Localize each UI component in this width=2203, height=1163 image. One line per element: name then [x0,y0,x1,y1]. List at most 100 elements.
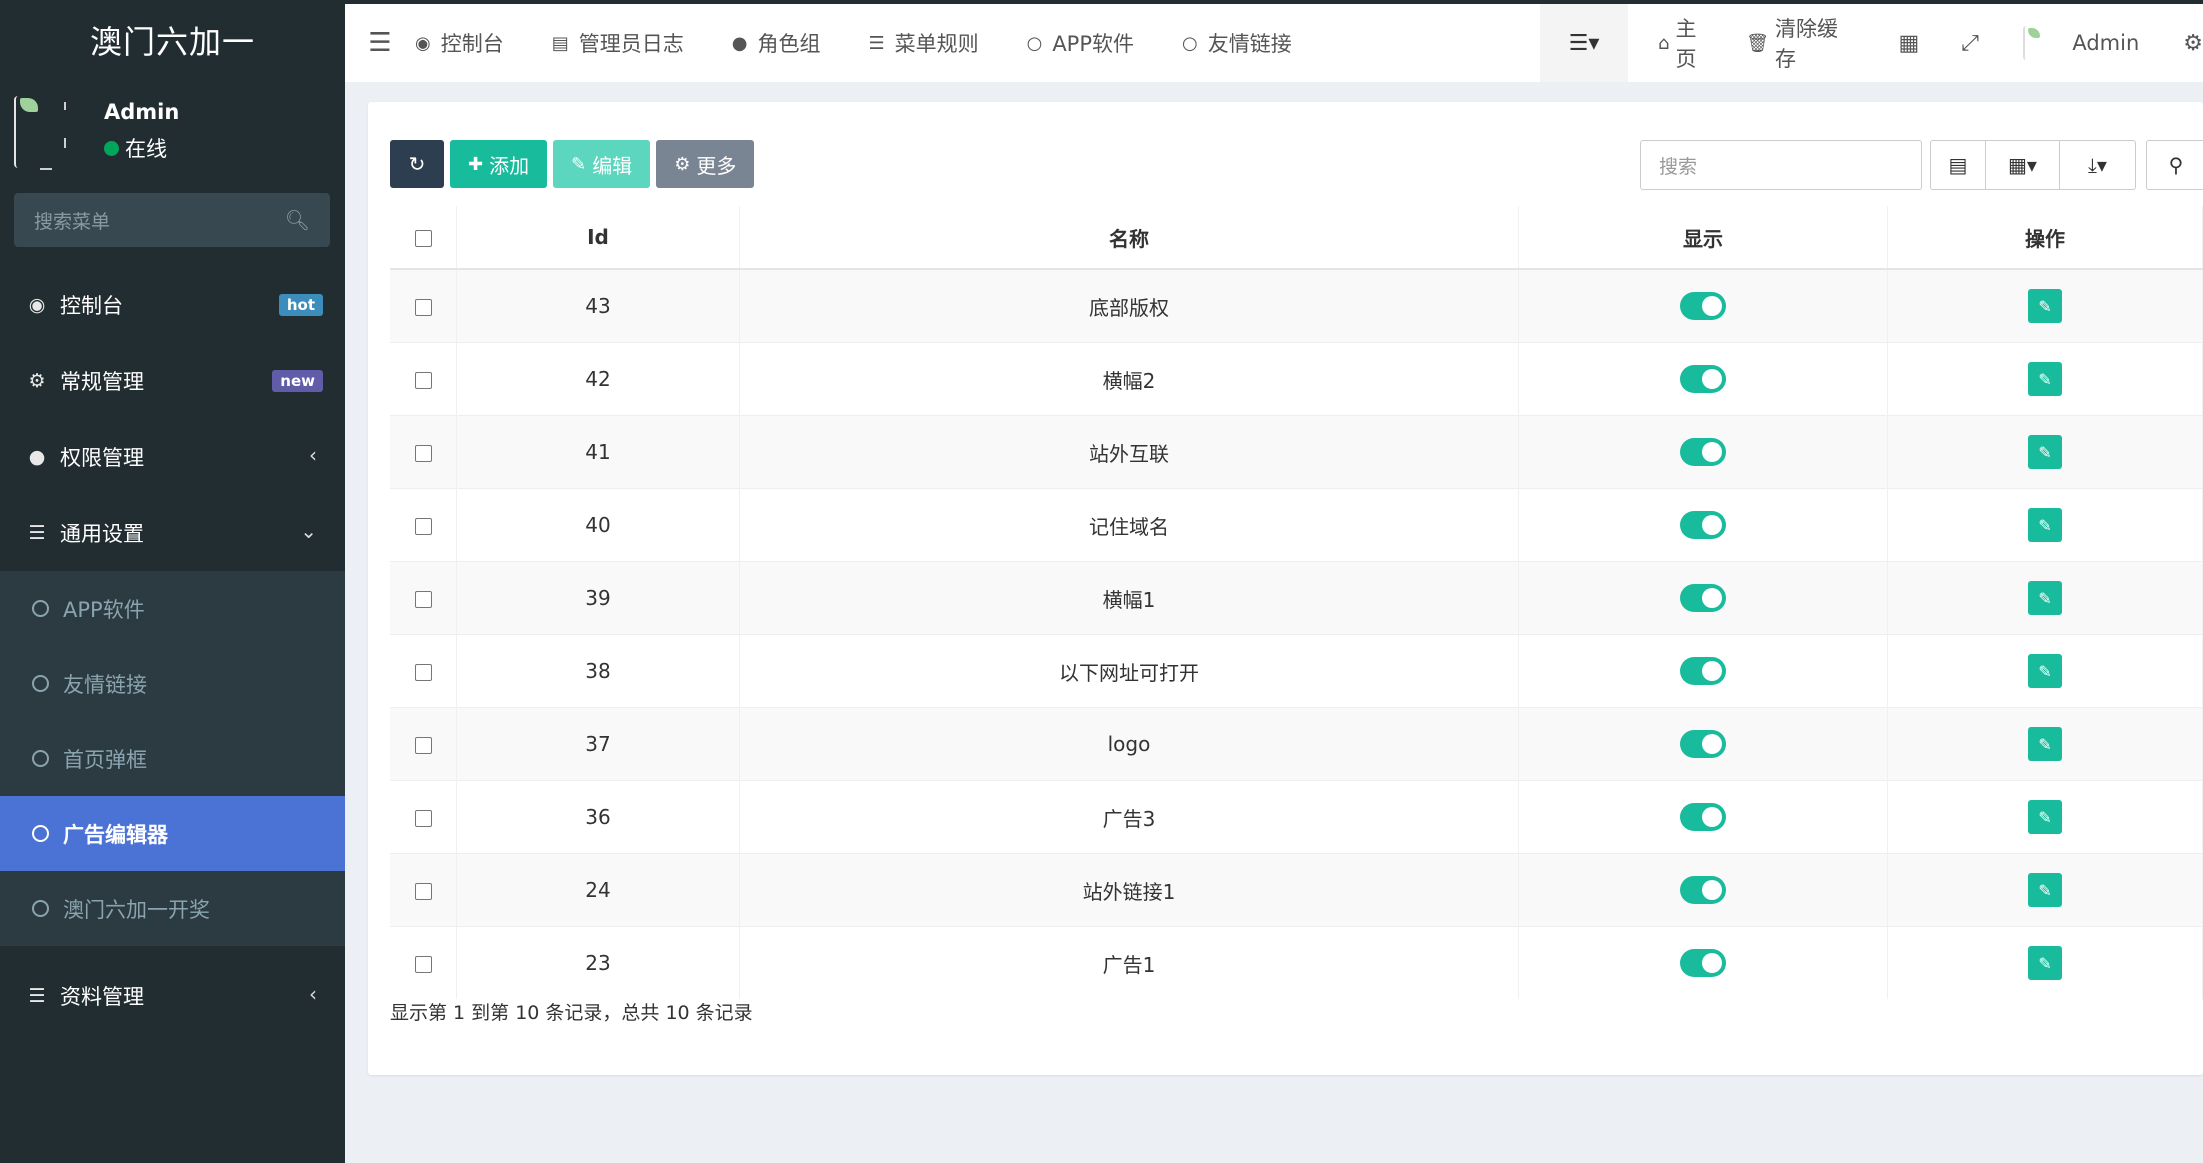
sidebar-item-label: 权限管理 [60,446,144,470]
row-id: 37 [456,707,740,781]
row-edit-button[interactable]: ✎ [2028,727,2062,761]
tab-menu-rules[interactable]: ☰ 菜单规则 [868,28,978,58]
row-edit-button[interactable]: ✎ [2028,946,2062,980]
row-edit-button[interactable]: ✎ [2028,362,2062,396]
table-search-input[interactable]: 搜索 [1640,140,1922,190]
row-actions-cell: ✎ [1887,853,2203,927]
table-row[interactable]: 42 横幅2 ✎ [390,342,2203,416]
clear-cache-button[interactable]: 🗑︎ 清除缓存 [1746,13,1856,73]
sidebar-item-data[interactable]: ☰ 资料管理 ‹ [0,958,345,1034]
row-checkbox[interactable] [414,664,432,681]
table-row[interactable]: 36 广告3 ✎ [390,780,2203,854]
sidebar-item-draw[interactable]: 澳门六加一开奖 [0,871,345,946]
sidebar-item-label: 通用设置 [60,522,144,546]
row-select-cell [390,415,457,489]
sidebar-item-general[interactable]: ⚙ 常规管理 new [0,343,345,419]
tab-app[interactable]: ○ APP软件 [1027,28,1134,58]
sidebar-item-links[interactable]: 友情链接 [0,646,345,721]
row-checkbox[interactable] [414,372,432,389]
row-checkbox[interactable] [414,591,432,608]
table-row[interactable]: 24 站外链接1 ✎ [390,853,2203,927]
show-toggle-switch[interactable] [1680,803,1726,831]
show-toggle-switch[interactable] [1680,657,1726,685]
brand-logo[interactable]: 澳门六加一 [0,0,345,80]
advanced-search-button[interactable]: ⚲ [2146,140,2203,190]
sidebar-item-popup[interactable]: 首页弹框 [0,721,345,796]
row-checkbox[interactable] [414,518,432,535]
menu-toggle-icon[interactable]: ☰ [345,28,415,58]
search-icon: ⚲ [2168,153,2184,177]
sidebar-item-settings[interactable]: ☰ 通用设置 ⌄ [0,495,345,571]
gear-icon[interactable]: ⚙ [2183,31,2203,56]
row-checkbox[interactable] [414,737,432,754]
row-id: 43 [456,268,740,343]
show-toggle-switch[interactable] [1680,365,1726,393]
table-row[interactable]: 37 logo ✎ [390,707,2203,781]
table-row[interactable]: 43 底部版权 ✎ [390,268,2203,343]
toggle-view-button[interactable]: ▤ [1930,140,1986,190]
table-row[interactable]: 38 以下网址可打开 ✎ [390,634,2203,708]
export-icon: ⤓▾ [2088,153,2107,177]
tab-admin-log[interactable]: ▤ 管理员日志 [552,28,684,58]
menu-search-input[interactable]: 搜索菜单 🔍︎ [14,193,330,247]
table-row[interactable]: 23 广告1 ✎ [390,926,2203,999]
show-toggle-switch[interactable] [1680,876,1726,904]
show-toggle-switch[interactable] [1680,438,1726,466]
table-row[interactable]: 41 站外互联 ✎ [390,415,2203,489]
show-toggle-switch[interactable] [1680,730,1726,758]
sidebar-item-ad-editor[interactable]: 广告编辑器 [0,796,345,871]
row-checkbox[interactable] [414,299,432,316]
row-edit-button[interactable]: ✎ [2028,800,2062,834]
select-all-checkbox[interactable] [414,230,432,247]
sidebar-item-dashboard[interactable]: ◉ 控制台 hot [0,267,345,343]
show-toggle-switch[interactable] [1680,949,1726,977]
group-icon: ● [731,32,748,54]
admin-username[interactable]: Admin [2072,31,2139,55]
header-show[interactable]: 显示 [1518,206,1888,270]
show-toggle-switch[interactable] [1680,511,1726,539]
row-edit-button[interactable]: ✎ [2028,654,2062,688]
row-checkbox[interactable] [414,445,432,462]
row-edit-button[interactable]: ✎ [2028,581,2062,615]
avatar[interactable] [2022,26,2050,60]
translate-icon[interactable]: ▦ [1899,31,1920,56]
grid-icon: ▦▾ [2008,153,2037,177]
content-panel: ↻ ✚ 添加 ✎ 编辑 ⚙ 更多 搜索 ▤ ▦▾ ⤓▾ ⚲ Id 名称 显示 操… [368,102,2203,1075]
sidebar-item-app[interactable]: APP软件 [0,571,345,646]
row-edit-button[interactable]: ✎ [2028,873,2062,907]
row-name: logo [739,707,1519,781]
row-select-cell [390,853,457,927]
edit-button[interactable]: ✎ 编辑 [553,140,651,188]
bars-icon: ☰▾ [1568,30,1600,56]
more-button[interactable]: ⚙ 更多 [656,140,755,188]
pencil-icon: ✎ [2038,296,2052,316]
header-id[interactable]: Id [456,206,740,270]
refresh-button[interactable]: ↻ [390,140,444,188]
add-button[interactable]: ✚ 添加 [450,140,548,188]
tab-label: 控制台 [440,32,504,56]
row-checkbox[interactable] [414,956,432,973]
tab-dashboard[interactable]: ◉ 控制台 [415,28,504,58]
tab-links[interactable]: ○ 友情链接 [1182,28,1292,58]
sidebar-item-permission[interactable]: ● 权限管理 ‹ [0,419,345,495]
row-edit-button[interactable]: ✎ [2028,435,2062,469]
show-toggle-switch[interactable] [1680,584,1726,612]
home-link[interactable]: ⌂ 主页 [1658,13,1716,73]
fullscreen-icon[interactable]: ⤢ [1961,31,1979,56]
row-name: 以下网址可打开 [739,634,1519,708]
table-row[interactable]: 40 记住域名 ✎ [390,488,2203,562]
columns-button[interactable]: ▦▾ [1986,140,2060,190]
export-button[interactable]: ⤓▾ [2060,140,2136,190]
tabs-dropdown-button[interactable]: ☰▾ [1540,4,1629,82]
search-icon[interactable]: 🔍︎ [285,208,310,232]
tab-role-group[interactable]: ● 角色组 [732,28,821,58]
row-edit-button[interactable]: ✎ [2028,508,2062,542]
sidebar-item-label: 首页弹框 [63,747,147,772]
header-name[interactable]: 名称 [739,206,1519,270]
row-checkbox[interactable] [414,810,432,827]
table-row[interactable]: 39 横幅1 ✎ [390,561,2203,635]
row-edit-button[interactable]: ✎ [2028,289,2062,323]
row-checkbox[interactable] [414,883,432,900]
show-toggle-switch[interactable] [1680,292,1726,320]
pencil-icon: ✎ [2038,953,2052,973]
